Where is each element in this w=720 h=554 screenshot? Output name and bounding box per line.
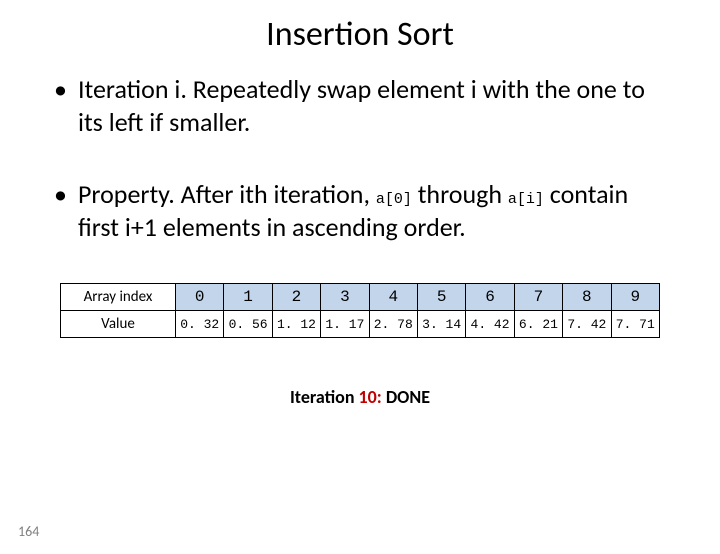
value-cell: 6. 21: [514, 311, 562, 338]
value-cell: 0. 32: [176, 311, 224, 338]
bullet-item-1: Iteration i. Repeatedly swap element i w…: [50, 73, 670, 138]
iteration-status: Iteration 10: DONE: [0, 386, 720, 408]
index-cell: 4: [369, 284, 417, 311]
index-cell: 5: [417, 284, 465, 311]
value-cell: 1. 12: [272, 311, 320, 338]
value-cell: 0. 56: [224, 311, 272, 338]
table-row-value: Value 0. 32 0. 56 1. 12 1. 17 2. 78 3. 1…: [61, 311, 660, 338]
index-cell: 2: [272, 284, 320, 311]
slide: Insertion Sort Iteration i. Repeatedly s…: [0, 14, 720, 554]
array-table: Array index 0 1 2 3 4 5 6 7 8 9 Value 0.…: [60, 283, 660, 338]
page-number: 164: [18, 523, 39, 540]
value-cell: 2. 78: [369, 311, 417, 338]
bullet-2-text-b: through: [412, 178, 508, 210]
array-table-wrap: Array index 0 1 2 3 4 5 6 7 8 9 Value 0.…: [60, 283, 660, 338]
value-cell: 4. 42: [466, 311, 514, 338]
value-cell: 3. 14: [417, 311, 465, 338]
index-cell: 6: [466, 284, 514, 311]
iteration-prefix: Iteration: [290, 386, 359, 408]
value-cell: 1. 17: [321, 311, 369, 338]
bullet-2-text-a: Property. After ith iteration,: [78, 178, 376, 210]
bullet-1-text: Iteration i. Repeatedly swap element i w…: [78, 73, 645, 138]
iteration-suffix: DONE: [382, 386, 430, 408]
index-cell: 1: [224, 284, 272, 311]
bullet-2-code-b: a[i]: [508, 191, 544, 208]
table-row-index: Array index 0 1 2 3 4 5 6 7 8 9: [61, 284, 660, 311]
row-label-value: Value: [61, 311, 176, 338]
iteration-number: 10:: [359, 386, 382, 408]
value-cell: 7. 71: [611, 311, 659, 338]
index-cell: 8: [563, 284, 611, 311]
index-cell: 7: [514, 284, 562, 311]
row-label-index: Array index: [61, 284, 176, 311]
page-title: Insertion Sort: [0, 14, 720, 55]
bullet-list: Iteration i. Repeatedly swap element i w…: [0, 73, 720, 243]
bullet-item-2: Property. After ith iteration, a[0] thro…: [50, 178, 670, 243]
index-cell: 0: [176, 284, 224, 311]
index-cell: 9: [611, 284, 659, 311]
index-cell: 3: [321, 284, 369, 311]
value-cell: 7. 42: [563, 311, 611, 338]
bullet-2-code-a: a[0]: [376, 191, 412, 208]
